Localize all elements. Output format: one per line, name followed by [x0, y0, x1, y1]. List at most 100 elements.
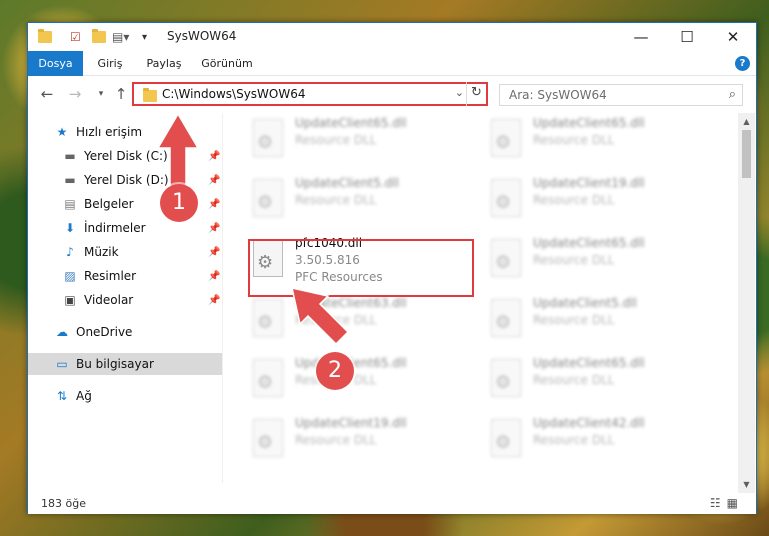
scroll-up-icon[interactable]: ▲: [738, 113, 755, 130]
music-note-icon: ♪: [66, 245, 74, 259]
dll-file-icon: ⚙: [491, 419, 521, 457]
network-icon: ⇅: [56, 389, 68, 403]
tab-share[interactable]: Paylaş: [140, 51, 188, 76]
help-icon[interactable]: ?: [735, 56, 750, 71]
file-description: Resource DLL: [533, 133, 615, 147]
new-folder-icon[interactable]: [92, 28, 106, 46]
folder-icon[interactable]: [38, 28, 52, 46]
folder-icon: [143, 88, 157, 102]
sidebar-item-onedrive[interactable]: ☁ OneDrive: [28, 321, 222, 343]
ribbon-tabs: Dosya Giriş Paylaş Görünüm ?: [28, 51, 756, 76]
sidebar-item-label: Belgeler: [84, 197, 134, 211]
explorer-window: ☑ ▤▾ ▾ SysWOW64 — ☐ ✕ Dosya Giriş Paylaş…: [27, 22, 757, 514]
maximize-button[interactable]: ☐: [664, 23, 710, 51]
cloud-icon: ☁: [56, 325, 68, 339]
file-name: UpdateClient65.dll: [533, 356, 645, 370]
customize-toolbar-icon[interactable]: ▾: [142, 28, 147, 46]
dll-file-icon: ⚙: [253, 419, 283, 457]
list-item[interactable]: ⚙ UpdateClient5.dll Resource DLL: [223, 173, 448, 223]
scrollbar-thumb[interactable]: [742, 130, 751, 178]
sidebar-item-label: OneDrive: [76, 325, 133, 339]
pin-icon[interactable]: 📌: [208, 295, 220, 306]
search-placeholder: Ara: SysWOW64: [509, 88, 607, 102]
tab-home[interactable]: Giriş: [90, 51, 130, 76]
file-name: UpdateClient19.dll: [295, 416, 407, 430]
pin-icon[interactable]: 📌: [208, 247, 220, 258]
file-description: Resource DLL: [533, 373, 615, 387]
quick-access-toolbar-icon[interactable]: ▤▾: [112, 28, 129, 46]
refresh-icon[interactable]: ↻: [466, 82, 486, 106]
sidebar-item-network[interactable]: ⇅ Ağ: [28, 385, 222, 407]
document-icon: ▤: [64, 197, 76, 211]
dll-file-icon: ⚙: [253, 179, 283, 217]
address-bar[interactable]: C:\Windows\SysWOW64 ⌄ ↻: [132, 82, 488, 106]
sidebar-item-label: Hızlı erişim: [76, 125, 143, 139]
computer-icon: ▭: [56, 357, 68, 371]
sidebar-item-label: Müzik: [84, 245, 119, 259]
drive-icon: ▬: [64, 173, 76, 187]
search-input[interactable]: Ara: SysWOW64 ⌕: [499, 84, 743, 106]
sidebar-item-label: Bu bilgisayar: [76, 357, 154, 371]
dll-file-icon: ⚙: [253, 119, 283, 157]
sidebar-item-label: Resimler: [84, 269, 137, 283]
picture-icon: ▨: [64, 269, 76, 283]
sidebar-item-pictures[interactable]: ▨ Resimler 📌: [28, 265, 222, 287]
chevron-down-icon[interactable]: ⌄: [455, 86, 464, 99]
address-path[interactable]: C:\Windows\SysWOW64: [162, 87, 306, 101]
step-badge-2: 2: [316, 352, 354, 390]
tab-file[interactable]: Dosya: [28, 51, 83, 76]
sidebar-item-videos[interactable]: ▣ Videolar 📌: [28, 289, 222, 311]
list-item[interactable]: ⚙ UpdateClient65.dll Resource DLL: [223, 113, 448, 163]
vertical-scrollbar[interactable]: ▲ ▼: [738, 113, 755, 493]
sidebar-item-label: İndirmeler: [84, 221, 146, 235]
file-description: Resource DLL: [533, 253, 615, 267]
properties-icon[interactable]: ☑: [70, 28, 81, 46]
list-item[interactable]: ⚙ UpdateClient19.dll Resource DLL: [223, 413, 448, 463]
file-description: Resource DLL: [533, 433, 615, 447]
back-arrow-icon[interactable]: ←: [38, 85, 56, 103]
dll-file-icon: ⚙: [253, 359, 283, 397]
star-icon: ★: [56, 125, 68, 139]
list-item[interactable]: ⚙ UpdateClient5.dll Resource DLL: [461, 293, 686, 343]
forward-arrow-icon[interactable]: →: [66, 85, 84, 103]
step-badge-1: 1: [160, 184, 198, 222]
file-name: UpdateClient65.dll: [533, 236, 645, 250]
dll-file-icon: ⚙: [491, 359, 521, 397]
item-count: 183 öğe: [41, 497, 86, 510]
close-button[interactable]: ✕: [710, 23, 756, 51]
search-icon[interactable]: ⌕: [729, 87, 736, 102]
dll-file-icon: ⚙: [491, 299, 521, 337]
list-item[interactable]: ⚙ UpdateClient65.dll Resource DLL: [461, 353, 686, 403]
sidebar-item-music[interactable]: ♪ Müzik 📌: [28, 241, 222, 263]
dll-file-icon: ⚙: [491, 179, 521, 217]
tab-view[interactable]: Görünüm: [198, 51, 256, 76]
file-name: UpdateClient65.dll: [533, 116, 645, 130]
file-description: Resource DLL: [295, 433, 377, 447]
list-item[interactable]: ⚙ UpdateClient65.dll Resource DLL: [461, 233, 686, 283]
file-name: UpdateClient42.dll: [533, 416, 645, 430]
minimize-button[interactable]: —: [618, 23, 664, 51]
pin-icon[interactable]: 📌: [208, 271, 220, 282]
download-icon: ⬇: [64, 221, 76, 235]
dll-file-icon: ⚙: [491, 239, 521, 277]
file-name: UpdateClient5.dll: [295, 176, 399, 190]
file-description: Resource DLL: [295, 133, 377, 147]
list-item[interactable]: ⚙ UpdateClient42.dll Resource DLL: [461, 413, 686, 463]
file-description: Resource DLL: [295, 193, 377, 207]
drive-icon: ▬: [64, 149, 76, 163]
file-name: UpdateClient19.dll: [533, 176, 645, 190]
dll-file-icon: ⚙: [253, 299, 283, 337]
sidebar-item-this-pc[interactable]: ▭ Bu bilgisayar: [28, 353, 222, 375]
recent-locations-chevron-icon[interactable]: ▾: [92, 85, 110, 103]
annotation-arrow-2: [291, 287, 350, 346]
up-arrow-icon[interactable]: ↑: [112, 85, 130, 103]
file-description: Resource DLL: [533, 193, 615, 207]
sidebar-item-label: Ağ: [76, 389, 92, 403]
status-bar: 183 öğe ☷▦: [28, 493, 756, 514]
list-item[interactable]: ⚙ UpdateClient19.dll Resource DLL: [461, 173, 686, 223]
list-item[interactable]: ⚙ UpdateClient65.dll Resource DLL: [461, 113, 686, 163]
file-description: Resource DLL: [533, 313, 615, 327]
scroll-down-icon[interactable]: ▼: [738, 476, 755, 493]
film-icon: ▣: [64, 293, 76, 307]
view-toggle-icons[interactable]: ☷▦: [710, 496, 744, 510]
